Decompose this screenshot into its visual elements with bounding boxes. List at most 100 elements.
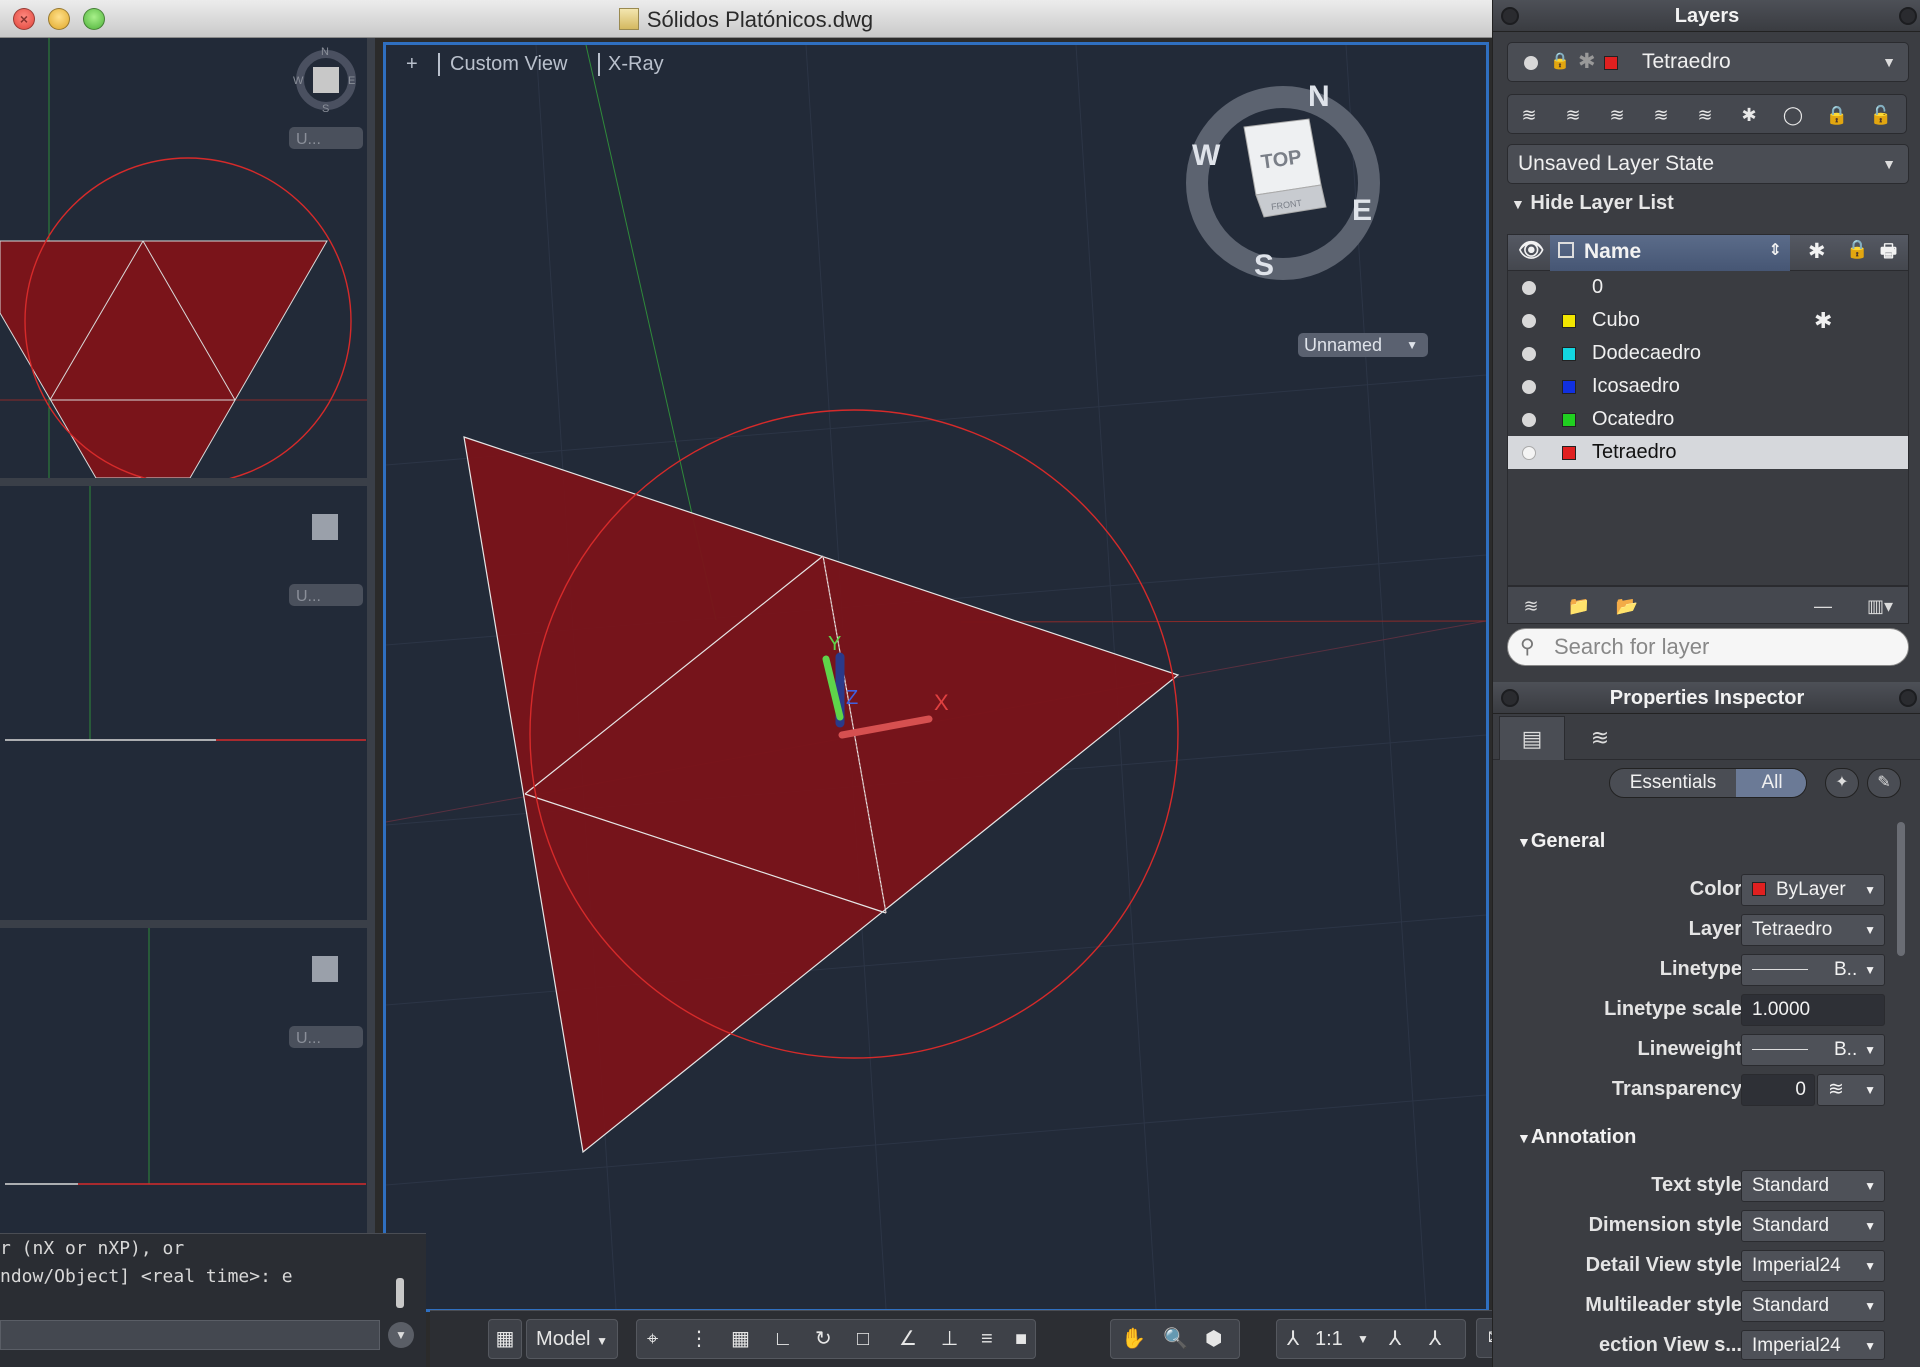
lock-column-icon[interactable]: 🔒 [1846, 239, 1868, 260]
3d-osnap-icon[interactable]: ∠ [899, 1320, 917, 1358]
layer-visibility-icon[interactable] [1522, 281, 1536, 295]
layer-search-input[interactable]: ⚲ Search for layer [1507, 628, 1909, 666]
properties-panel-close[interactable] [1501, 689, 1519, 707]
layer-color-swatch[interactable] [1562, 347, 1576, 361]
layer-unisolate-icon[interactable]: ≋ [1690, 101, 1720, 129]
general-section-toggle[interactable]: ▼General [1517, 830, 1605, 853]
dynamic-ucs-icon[interactable]: ⊥ [941, 1320, 958, 1358]
quick-select-button[interactable]: ✦ [1825, 768, 1859, 798]
layers-panel-close[interactable] [1501, 7, 1519, 25]
layer-freeze-tool-icon[interactable]: ✱ [1734, 101, 1764, 129]
layer-previous-icon[interactable]: ≋ [1602, 101, 1632, 129]
object-snap-icon[interactable]: □ [857, 1320, 869, 1358]
layer-match-icon[interactable]: ≋ [1558, 101, 1588, 129]
mini-viewcube-2[interactable] [312, 514, 338, 540]
transparency-bylayer-dropdown[interactable]: ≋ ▼ [1817, 1074, 1885, 1106]
pick-object-button[interactable]: ✎ [1867, 768, 1901, 798]
properties-scrollbar[interactable] [1897, 822, 1905, 956]
lineweight-dropdown[interactable]: B.. ▼ [1741, 1034, 1885, 1066]
plot-column-icon[interactable]: 🖶 [1880, 239, 1897, 269]
all-button[interactable]: All [1736, 769, 1806, 797]
layer-visibility-icon[interactable] [1522, 446, 1536, 460]
pan-icon[interactable]: ✋ [1121, 1320, 1146, 1358]
hide-layer-list-toggle[interactable]: ▼ Hide Layer List [1511, 192, 1674, 215]
new-property-filter-icon[interactable]: 📂 [1612, 593, 1642, 619]
viewport-visual-style[interactable]: X-Ray [598, 53, 664, 76]
snap-icon[interactable]: ⌖ [647, 1320, 658, 1358]
new-layer-icon[interactable]: ≋ [1516, 593, 1546, 619]
text-style-dropdown[interactable]: Standard ▼ [1741, 1170, 1885, 1202]
layout-grid-button[interactable]: ▦ [488, 1319, 522, 1359]
grid-snap-icon[interactable]: ⋮ [689, 1320, 709, 1358]
model-tab-button[interactable]: Model ▼ [526, 1319, 618, 1359]
visibility-column-icon[interactable]: 👁 [1518, 239, 1545, 263]
viewcube-north[interactable]: N [1308, 80, 1330, 113]
layer-color-swatch[interactable] [1562, 413, 1576, 427]
annotation-scale-value[interactable]: 1:1 [1315, 1320, 1343, 1358]
mini-viewcube-3[interactable] [312, 956, 338, 982]
left-viewports-splitter[interactable] [367, 38, 375, 1238]
layer-row[interactable]: Ocatedro [1508, 403, 1908, 436]
layer-off-icon[interactable]: ◯ [1778, 101, 1808, 129]
viewport-view-control[interactable]: Custom View [438, 53, 567, 76]
layer-properties-icon[interactable]: ≋ [1514, 101, 1544, 129]
layer-visibility-icon[interactable] [1522, 314, 1536, 328]
viewport-top-left[interactable]: N S E W U... [0, 38, 375, 478]
freeze-column-icon[interactable]: ✱ [1808, 239, 1826, 264]
viewcube-east[interactable]: E [1352, 194, 1372, 227]
viewcube-west[interactable]: W [1192, 139, 1221, 172]
zoom-icon[interactable]: 🔍 [1163, 1320, 1188, 1358]
orbit-icon[interactable]: ⬢ [1205, 1320, 1222, 1358]
layer-row[interactable]: Icosaedro [1508, 370, 1908, 403]
viewcube[interactable]: TOP FRONT N S E W [1186, 80, 1380, 282]
transparency-input[interactable]: 0 [1741, 1074, 1815, 1106]
command-history-scrollbar[interactable] [396, 1278, 404, 1308]
tab-layer-properties[interactable]: ≋ [1567, 716, 1633, 760]
viewport-middle-left[interactable]: U... [0, 486, 375, 920]
viewport-splitter-1[interactable] [0, 478, 375, 486]
annotation-scale-icon[interactable]: ⅄ [1287, 1320, 1299, 1358]
layer-visibility-icon[interactable] [1522, 347, 1536, 361]
columns-menu-icon[interactable]: ▥▾ [1858, 593, 1902, 619]
layer-row[interactable]: Dodecaedro [1508, 337, 1908, 370]
viewport-bottom-left[interactable]: U... [0, 928, 375, 1238]
layer-unlock-tool-icon[interactable]: 🔓 [1866, 101, 1896, 129]
layers-panel-collapse[interactable] [1899, 7, 1917, 25]
section-view-style-dropdown[interactable]: Imperial24 ▼ [1741, 1330, 1885, 1360]
detail-view-style-dropdown[interactable]: Imperial24 ▼ [1741, 1250, 1885, 1282]
tab-object-properties[interactable]: ▤ [1499, 716, 1565, 760]
color-dropdown[interactable]: ByLayer ▼ [1741, 874, 1885, 906]
layer-isolate-icon[interactable]: ≋ [1646, 101, 1676, 129]
linetype-scale-input[interactable]: 1.0000 [1741, 994, 1885, 1026]
annotation-section-toggle[interactable]: ▼Annotation [1517, 1126, 1636, 1149]
ortho-icon[interactable]: ∟ [773, 1320, 793, 1358]
layer-state-dropdown[interactable]: Unsaved Layer State ▼ [1507, 144, 1909, 184]
delete-layer-icon[interactable]: — [1808, 593, 1838, 619]
viewport-menu-plus[interactable]: + [406, 53, 418, 76]
new-group-filter-icon[interactable]: 📁 [1564, 593, 1594, 619]
layer-frozen-icon[interactable]: ✱ [1814, 304, 1832, 337]
layer-row[interactable]: Cubo ✱ [1508, 304, 1908, 337]
command-history-button[interactable]: ▼ [388, 1322, 414, 1348]
dimension-style-dropdown[interactable]: Standard ▼ [1741, 1210, 1885, 1242]
auto-scale-icon[interactable]: ⅄ [1429, 1320, 1441, 1358]
ucs-dropdown[interactable]: Unnamed ▼ [1298, 333, 1428, 357]
layer-color-swatch[interactable] [1562, 446, 1576, 460]
polar-tracking-icon[interactable]: ↻ [815, 1320, 832, 1358]
layer-visibility-icon[interactable] [1522, 380, 1536, 394]
name-column-header[interactable]: Name ⇕ [1550, 235, 1790, 271]
lineweight-icon[interactable]: ≡ [981, 1320, 993, 1358]
layer-lock-tool-icon[interactable]: 🔒 [1822, 101, 1852, 129]
viewport-splitter-2[interactable] [0, 920, 375, 928]
layer-color-swatch[interactable] [1562, 314, 1576, 328]
viewcube-south[interactable]: S [1254, 249, 1274, 282]
layer-dropdown[interactable]: Tetraedro ▼ [1741, 914, 1885, 946]
essentials-button[interactable]: Essentials [1610, 769, 1736, 797]
annotation-visibility-icon[interactable]: ⅄ [1389, 1320, 1401, 1358]
grid-display-icon[interactable]: ▦ [731, 1320, 750, 1358]
multileader-style-dropdown[interactable]: Standard ▼ [1741, 1290, 1885, 1322]
properties-panel-collapse[interactable] [1899, 689, 1917, 707]
layer-row[interactable]: 0 [1508, 271, 1908, 304]
main-viewport[interactable]: Y X Z TOP FRONT N S E W + Custom View X-… [383, 42, 1489, 1312]
command-input[interactable] [0, 1320, 380, 1350]
